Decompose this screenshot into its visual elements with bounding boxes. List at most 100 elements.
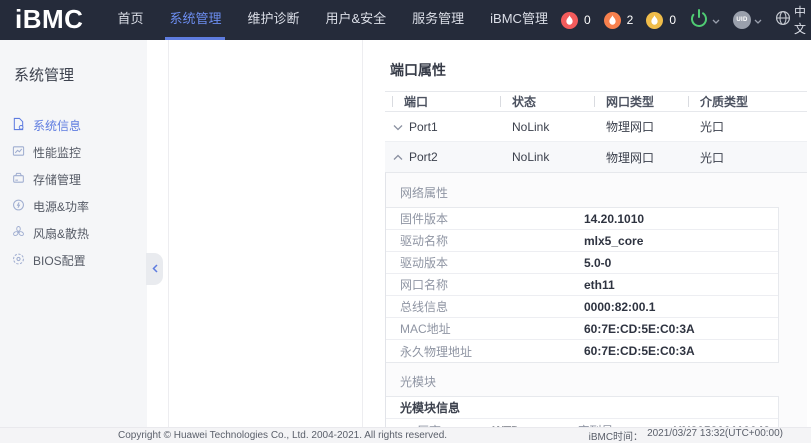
column-header-status: 状态 bbox=[500, 93, 594, 110]
property-row: MAC地址 60:7E:CD:5E:C0:3A bbox=[386, 318, 778, 340]
port-table-header: 端口 状态 网口类型 介质类型 bbox=[385, 91, 807, 112]
network-properties-table: 固件版本 14.20.1010 驱动名称 mlx5_core 驱动版本 5.0-… bbox=[386, 207, 779, 363]
language-selector[interactable]: 中文 bbox=[775, 3, 811, 37]
chevron-down-icon bbox=[754, 11, 762, 29]
alarm-major-indicator[interactable]: 2 bbox=[604, 12, 634, 29]
port-type: 物理网口 bbox=[594, 118, 688, 135]
nav-item-ibmc-management[interactable]: iBMC管理 bbox=[477, 0, 561, 40]
sidebar-item-label: 电源&功率 bbox=[33, 198, 89, 215]
property-row: 永久物理地址 60:7E:CD:5E:C0:3A bbox=[386, 340, 778, 362]
main-content: 端口属性 端口 状态 网口类型 介质类型 Port1 NoLink 物理网口 光… bbox=[385, 40, 807, 427]
table-row-port1[interactable]: Port1 NoLink 物理网口 光口 bbox=[385, 112, 807, 142]
column-header-port-type: 网口类型 bbox=[594, 93, 688, 110]
property-label: 总线信息 bbox=[386, 298, 584, 315]
property-value: mlx5_core bbox=[584, 234, 643, 248]
property-value: 5.0-0 bbox=[584, 256, 611, 270]
fan-icon bbox=[12, 225, 25, 242]
nav-item-user-security[interactable]: 用户&安全 bbox=[312, 0, 399, 40]
property-value: 0000:82:00.1 bbox=[584, 300, 655, 314]
property-label: MAC地址 bbox=[386, 320, 584, 337]
sidebar-item-label: 性能监控 bbox=[33, 144, 81, 161]
port-type: 物理网口 bbox=[594, 149, 688, 166]
property-label: 网口名称 bbox=[386, 276, 584, 293]
nav-item-service-management[interactable]: 服务管理 bbox=[399, 0, 477, 40]
main-nav: 首页 系统管理 维护诊断 用户&安全 服务管理 iBMC管理 bbox=[104, 0, 561, 40]
column-header-port: 端口 bbox=[392, 93, 500, 110]
sidebar-collapse-button[interactable] bbox=[146, 253, 163, 285]
sidebar-item-storage[interactable]: 存储管理 bbox=[0, 166, 147, 193]
table-row-port2[interactable]: Port2 NoLink 物理网口 光口 bbox=[385, 142, 807, 172]
media-type: 光口 bbox=[688, 118, 807, 135]
nav-item-maintenance-diagnosis[interactable]: 维护诊断 bbox=[234, 0, 312, 40]
top-header: iBMC 首页 系统管理 维护诊断 用户&安全 服务管理 iBMC管理 0 2 … bbox=[0, 0, 811, 40]
property-label: 驱动名称 bbox=[386, 232, 584, 249]
language-label: 中文 bbox=[794, 3, 811, 37]
chevron-down-icon bbox=[712, 11, 720, 29]
property-row: 驱动名称 mlx5_core bbox=[386, 230, 778, 252]
alarm-minor-indicator[interactable]: 0 bbox=[646, 12, 676, 29]
bios-icon bbox=[12, 252, 25, 269]
uid-icon: UID bbox=[733, 11, 751, 29]
chevron-down-icon[interactable] bbox=[392, 120, 409, 134]
property-row: 总线信息 0000:82:00.1 bbox=[386, 296, 778, 318]
media-type: 光口 bbox=[688, 149, 807, 166]
storage-icon bbox=[12, 171, 25, 188]
property-label: 固件版本 bbox=[386, 210, 584, 227]
sidebar-item-performance[interactable]: 性能监控 bbox=[0, 139, 147, 166]
property-value: 60:7E:CD:5E:C0:3A bbox=[584, 322, 695, 336]
optical-table-header: 光模块信息 bbox=[386, 397, 778, 419]
sidebar: 系统管理 系统信息 性能监控 bbox=[0, 40, 147, 427]
property-row: 网口名称 eth11 bbox=[386, 274, 778, 296]
network-section-title: 网络属性 bbox=[400, 184, 779, 201]
alarm-critical-indicator[interactable]: 0 bbox=[561, 12, 591, 29]
sidebar-item-fan[interactable]: 风扇&散热 bbox=[0, 220, 147, 247]
sidebar-item-label: 风扇&散热 bbox=[33, 225, 89, 242]
port-status: NoLink bbox=[500, 120, 594, 134]
sidebar-item-power[interactable]: 电源&功率 bbox=[0, 193, 147, 220]
sidebar-item-label: 系统信息 bbox=[33, 117, 81, 134]
uid-control-dropdown[interactable]: UID bbox=[733, 11, 762, 29]
globe-icon bbox=[775, 10, 791, 31]
nav-item-system-management[interactable]: 系统管理 bbox=[156, 0, 234, 40]
property-row: 驱动版本 5.0-0 bbox=[386, 252, 778, 274]
ibmc-logo[interactable]: iBMC bbox=[0, 4, 104, 37]
property-value: eth11 bbox=[584, 278, 615, 292]
sidebar-title: 系统管理 bbox=[14, 64, 147, 85]
power-control-dropdown[interactable] bbox=[689, 8, 720, 33]
sidebar-item-label: 存储管理 bbox=[33, 171, 81, 188]
optical-section-title: 光模块 bbox=[400, 373, 779, 390]
header-right-cluster: 0 2 0 UID bbox=[561, 3, 811, 37]
system-info-icon bbox=[12, 117, 25, 134]
port-status: NoLink bbox=[500, 150, 594, 164]
port-name: Port2 bbox=[409, 150, 438, 164]
critical-alarm-count: 0 bbox=[584, 13, 591, 27]
power-icon bbox=[689, 8, 709, 33]
major-alarm-count: 2 bbox=[627, 13, 634, 27]
property-label: 驱动版本 bbox=[386, 254, 584, 271]
critical-alarm-icon bbox=[561, 12, 578, 29]
nav-item-home[interactable]: 首页 bbox=[104, 0, 156, 40]
ibmc-time-value: 2021/03/27 13:32(UTC+00:00) bbox=[647, 428, 783, 443]
sidebar-item-label: BIOS配置 bbox=[33, 252, 86, 269]
column-header-media-type: 介质类型 bbox=[688, 93, 807, 110]
panel-divider bbox=[362, 40, 363, 427]
sidebar-item-system-info[interactable]: 系统信息 bbox=[0, 112, 147, 139]
chevron-up-icon[interactable] bbox=[392, 150, 409, 164]
performance-icon bbox=[12, 144, 25, 161]
sidebar-item-bios[interactable]: BIOS配置 bbox=[0, 247, 147, 274]
panel-divider bbox=[168, 40, 169, 427]
ibmc-time: iBMC时间： 2021/03/27 13:32(UTC+00:00) bbox=[589, 428, 783, 443]
property-label: 永久物理地址 bbox=[386, 343, 584, 360]
property-row: 固件版本 14.20.1010 bbox=[386, 208, 778, 230]
power-supply-icon bbox=[12, 198, 25, 215]
minor-alarm-icon bbox=[646, 12, 663, 29]
property-value: 60:7E:CD:5E:C0:3A bbox=[584, 344, 695, 358]
major-alarm-icon bbox=[604, 12, 621, 29]
optical-module-table: 光模块信息 厂商 WTD 序列号 HN205200110043 bbox=[386, 396, 779, 427]
port2-expanded-panel: 网络属性 固件版本 14.20.1010 驱动名称 mlx5_core 驱动版本… bbox=[385, 172, 807, 427]
copyright-text: Copyright © Huawei Technologies Co., Ltd… bbox=[118, 430, 447, 441]
minor-alarm-count: 0 bbox=[669, 13, 676, 27]
property-value: 14.20.1010 bbox=[584, 212, 644, 226]
chevron-left-icon bbox=[152, 260, 158, 278]
ibmc-time-label: iBMC时间： bbox=[589, 428, 643, 443]
